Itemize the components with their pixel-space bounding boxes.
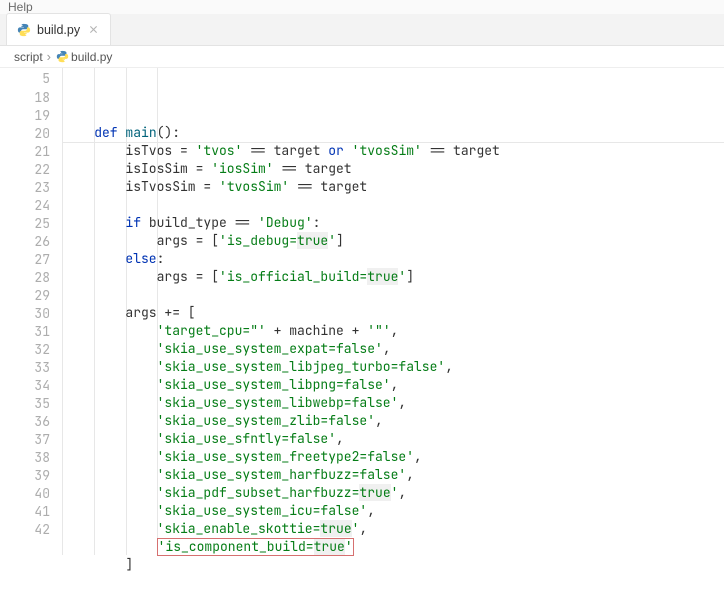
code-line[interactable]: args = ['is_debug=true'] [63, 232, 724, 250]
line-number: 35 [0, 395, 50, 413]
code-line[interactable]: 'skia_use_sfntly=false', [63, 430, 724, 448]
code-line[interactable]: isIosSim = 'iosSim' == target [63, 160, 724, 178]
code-line[interactable]: 'skia_use_system_freetype2=false', [63, 448, 724, 466]
line-number: 30 [0, 305, 50, 323]
line-number: 39 [0, 467, 50, 485]
line-number: 37 [0, 431, 50, 449]
line-number: 41 [0, 503, 50, 521]
code-line[interactable]: isTvosSim = 'tvosSim' == target [63, 178, 724, 196]
code-line[interactable]: else: [63, 250, 724, 268]
line-number: 36 [0, 413, 50, 431]
code-line[interactable] [63, 286, 724, 304]
code-line[interactable]: 'skia_use_system_icu=false', [63, 502, 724, 520]
line-number: 20 [0, 125, 50, 143]
code-line[interactable]: ] [63, 556, 724, 574]
menu-bar: Help [0, 0, 724, 14]
breadcrumb-part[interactable]: build.py [71, 50, 112, 64]
code-line[interactable]: 'skia_use_system_zlib=false', [63, 412, 724, 430]
sticky-scope-line: def main(): [63, 124, 724, 142]
code-line[interactable]: 'skia_use_system_libjpeg_turbo=false', [63, 358, 724, 376]
line-number: 22 [0, 161, 50, 179]
chevron-right-icon: › [47, 49, 51, 64]
line-number: 29 [0, 287, 50, 305]
line-number: 27 [0, 251, 50, 269]
code-line[interactable]: 'is_component_build=true' [63, 538, 724, 556]
python-file-icon [17, 23, 31, 37]
editor: 5181920212223242526272829303132333435363… [0, 68, 724, 555]
code-line[interactable]: 'target_cpu="' + machine + '"', [63, 322, 724, 340]
breadcrumb: script › build.py [0, 46, 724, 68]
python-file-icon [55, 50, 69, 64]
code-line[interactable]: 'skia_use_system_expat=false', [63, 340, 724, 358]
code-area[interactable]: def main(): isTvos = 'tvos' == target or… [63, 68, 724, 555]
line-number: 5 [0, 70, 50, 88]
line-number: 28 [0, 269, 50, 287]
code-line[interactable]: 'skia_use_system_libpng=false', [63, 376, 724, 394]
line-number: 34 [0, 377, 50, 395]
line-number: 19 [0, 107, 50, 125]
line-number: 23 [0, 179, 50, 197]
code-line[interactable]: 'skia_use_system_libwebp=false', [63, 394, 724, 412]
code-line[interactable]: isTvos = 'tvos' == target or 'tvosSim' =… [63, 142, 724, 160]
close-icon[interactable] [86, 23, 100, 37]
line-number: 21 [0, 143, 50, 161]
line-number: 25 [0, 215, 50, 233]
code-line[interactable] [63, 196, 724, 214]
line-number: 42 [0, 521, 50, 539]
tab-build-py[interactable]: build.py [6, 13, 111, 45]
line-number: 33 [0, 359, 50, 377]
menu-help[interactable]: Help [8, 0, 33, 14]
line-number: 18 [0, 89, 50, 107]
line-number: 26 [0, 233, 50, 251]
line-numbers-gutter: 5181920212223242526272829303132333435363… [0, 68, 62, 555]
line-number: 24 [0, 197, 50, 215]
code-line[interactable]: 'skia_pdf_subset_harfbuzz=true', [63, 484, 724, 502]
code-line[interactable]: 'skia_enable_skottie=true', [63, 520, 724, 538]
tab-bar: build.py [0, 14, 724, 46]
line-number: 31 [0, 323, 50, 341]
code-line[interactable]: args += [ [63, 304, 724, 322]
line-number: 32 [0, 341, 50, 359]
code-line[interactable] [63, 574, 724, 592]
line-number: 38 [0, 449, 50, 467]
line-number: 40 [0, 485, 50, 503]
code-line[interactable]: args = ['is_official_build=true'] [63, 268, 724, 286]
tab-filename: build.py [37, 23, 80, 37]
breadcrumb-part[interactable]: script [14, 50, 43, 64]
code-line[interactable]: 'skia_use_system_harfbuzz=false', [63, 466, 724, 484]
code-line[interactable]: if build_type == 'Debug': [63, 214, 724, 232]
